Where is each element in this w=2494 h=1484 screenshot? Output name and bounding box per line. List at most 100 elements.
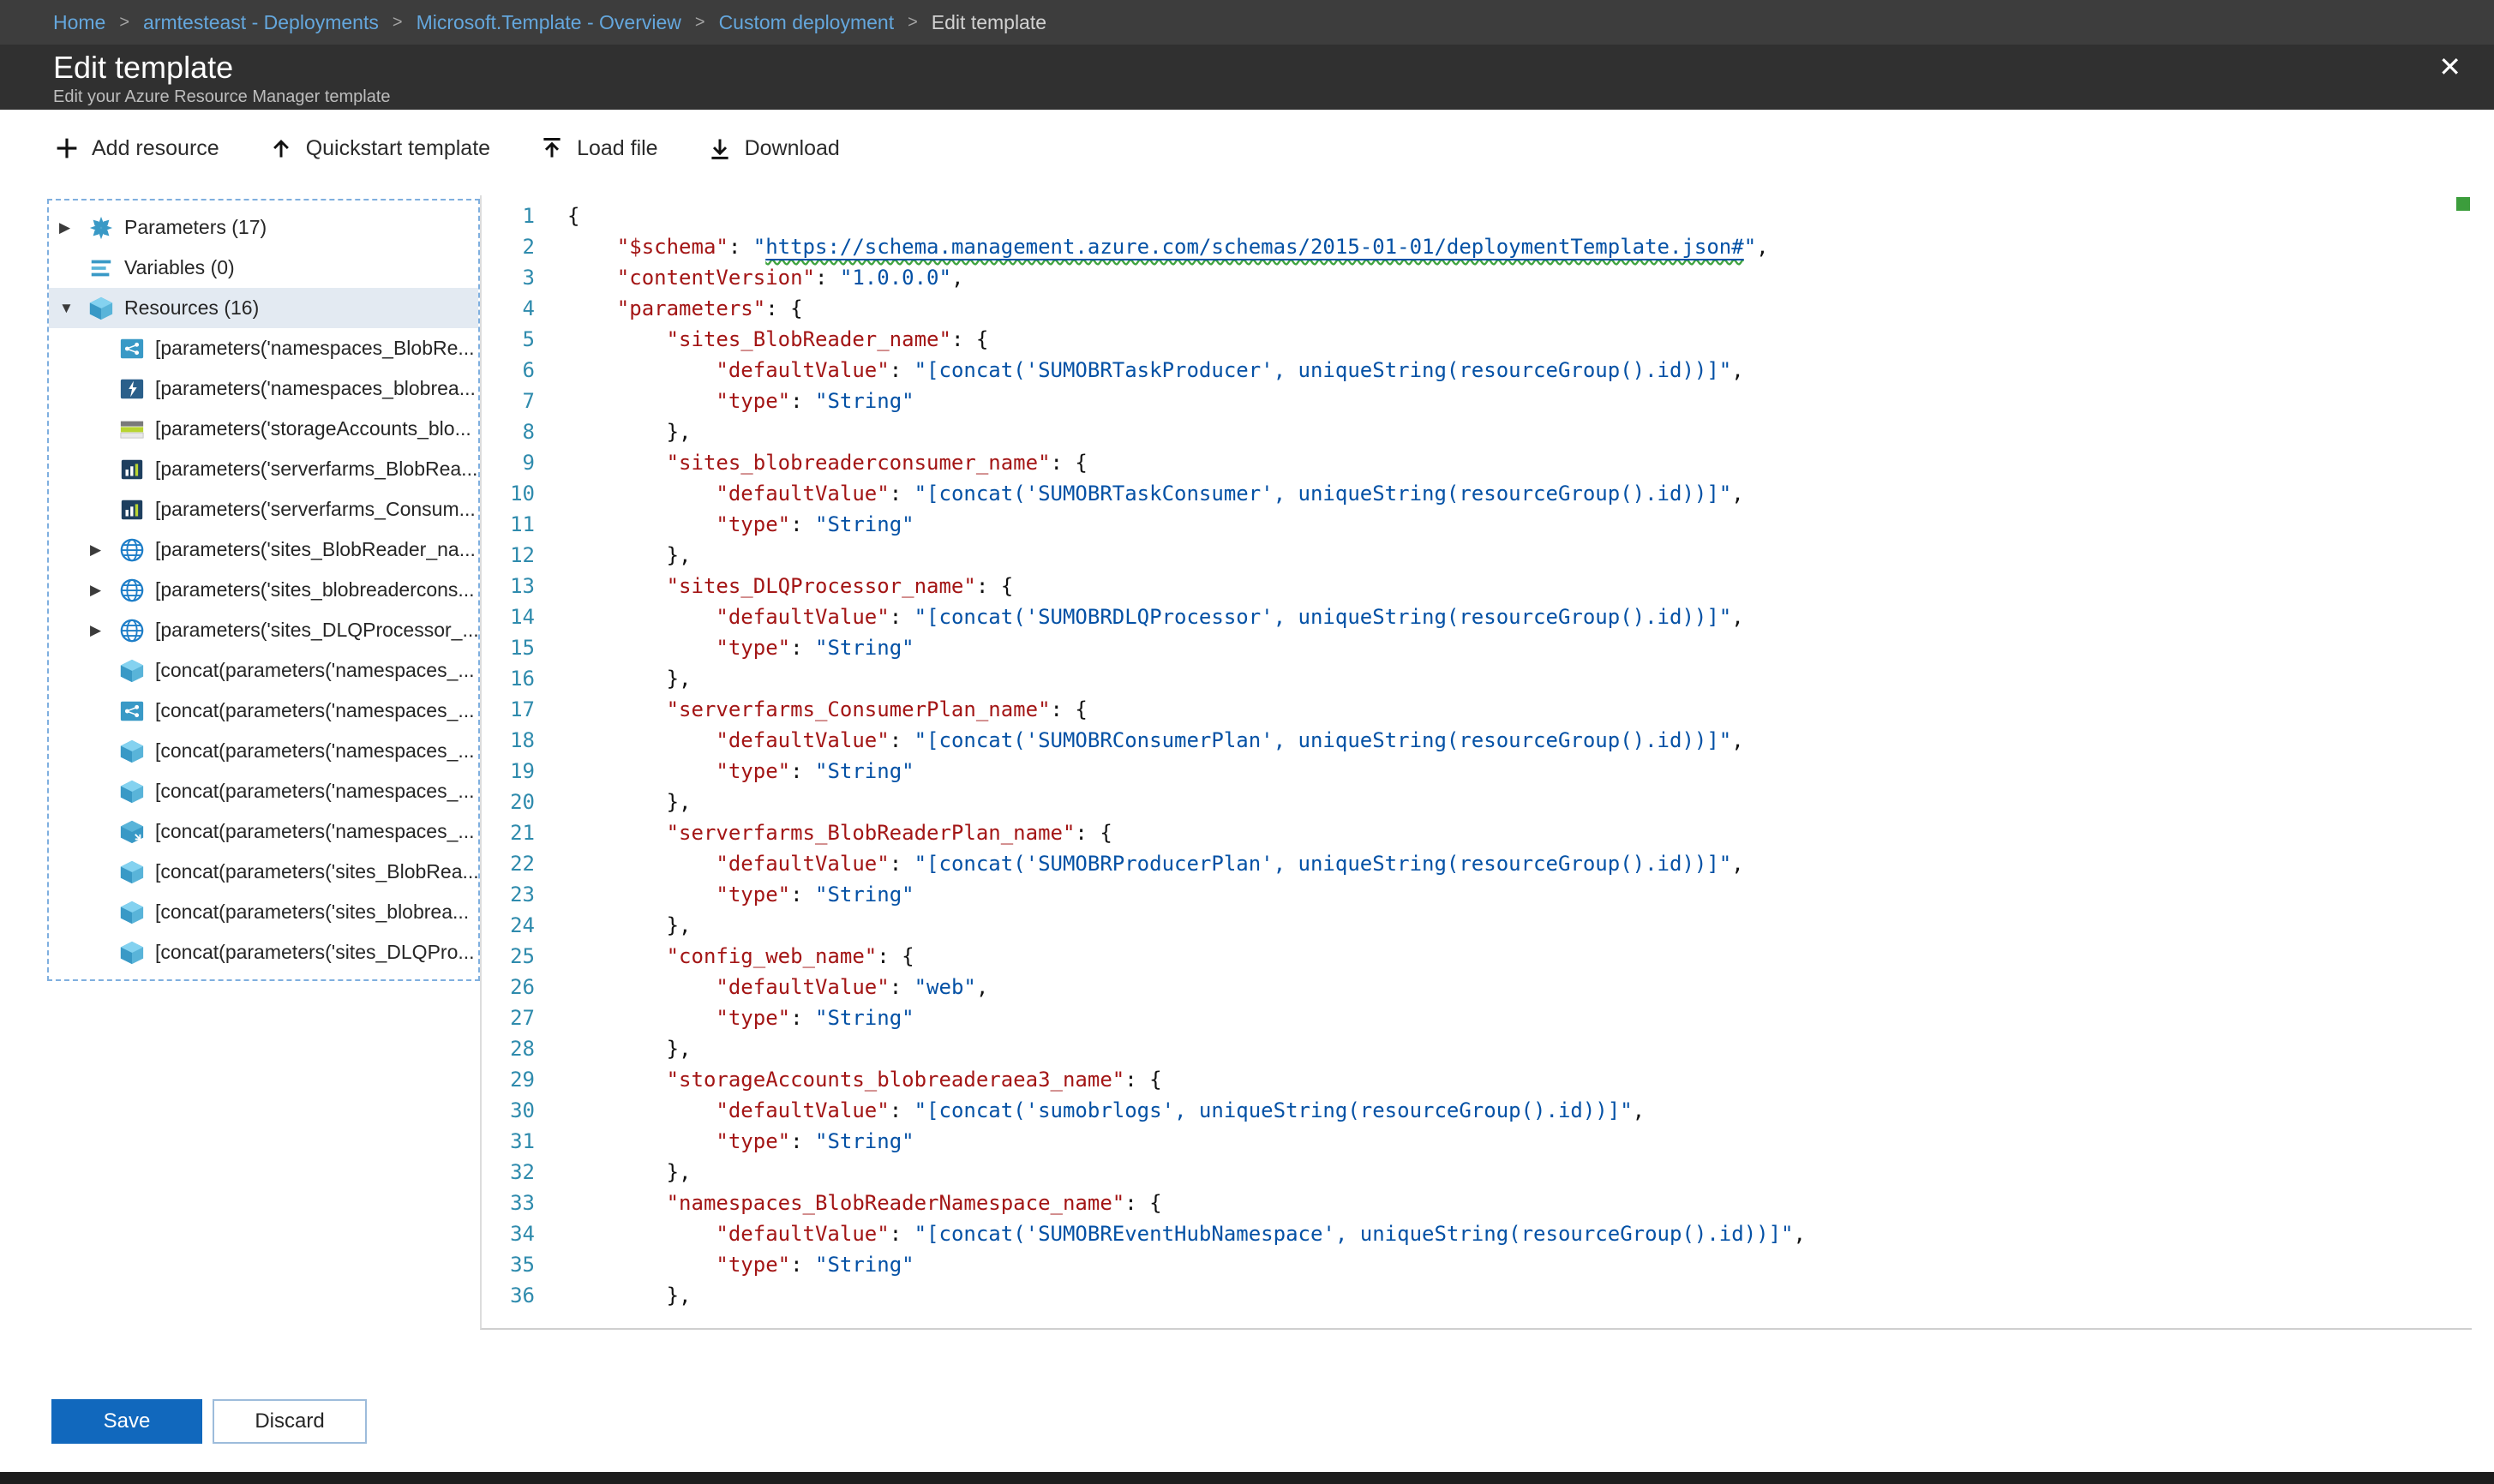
code-line[interactable]: 35 "type": "String" xyxy=(482,1249,2472,1280)
tree-item-label: [parameters('sites_BlobReader_na... xyxy=(155,538,476,561)
code-line[interactable]: 31 "type": "String" xyxy=(482,1126,2472,1157)
tree-item[interactable]: Variables (0) xyxy=(49,248,478,288)
code-line[interactable]: 19 "type": "String" xyxy=(482,756,2472,787)
code-line[interactable]: 14 "defaultValue": "[concat('SUMOBRDLQPr… xyxy=(482,601,2472,632)
tree-item[interactable]: [concat(parameters('namespaces_... xyxy=(49,650,478,691)
code-text: "defaultValue": "[concat('sumobrlogs', u… xyxy=(567,1095,1645,1126)
line-number: 11 xyxy=(482,509,567,540)
tree-item[interactable]: [parameters('namespaces_BlobRe... xyxy=(49,328,478,368)
code-line[interactable]: 9 "sites_blobreaderconsumer_name": { xyxy=(482,447,2472,478)
schema-link[interactable]: https://schema.management.azure.com/sche… xyxy=(765,235,1744,259)
code-line[interactable]: 18 "defaultValue": "[concat('SUMOBRConsu… xyxy=(482,725,2472,756)
code-line[interactable]: 20 }, xyxy=(482,787,2472,817)
tree-item[interactable]: ▶ [parameters('sites_BlobReader_na... xyxy=(49,530,478,570)
code-line[interactable]: 6 "defaultValue": "[concat('SUMOBRTaskPr… xyxy=(482,355,2472,386)
chevron-right-icon[interactable]: ▶ xyxy=(90,622,119,639)
code-line[interactable]: 11 "type": "String" xyxy=(482,509,2472,540)
storage-icon xyxy=(119,416,145,442)
breadcrumb-item[interactable]: armtesteast - Deployments xyxy=(143,11,379,34)
chevron-right-icon[interactable]: ▶ xyxy=(90,542,119,559)
code-line[interactable]: 12 }, xyxy=(482,540,2472,571)
line-number: 36 xyxy=(482,1280,567,1311)
tree-item-label: Variables (0) xyxy=(124,256,235,279)
toolbar: Add resource Quickstart template Load file… xyxy=(0,110,2494,187)
chevron-right-icon[interactable]: ▶ xyxy=(90,582,119,599)
code-line[interactable]: 25 "config_web_name": { xyxy=(482,941,2472,972)
tree-item[interactable]: ▶[parameters('sites_DLQProcessor_... xyxy=(49,610,478,650)
tree-item[interactable]: [parameters('serverfarms_BlobRea... xyxy=(49,449,478,489)
code-line[interactable]: 23 "type": "String" xyxy=(482,879,2472,910)
code-line[interactable]: 32 }, xyxy=(482,1157,2472,1188)
tree-item[interactable]: [parameters('namespaces_blobrea... xyxy=(49,368,478,409)
page-title: Edit template xyxy=(53,50,2494,86)
chevron-right-icon[interactable]: ▶ xyxy=(59,219,88,236)
quickstart-template-button[interactable]: Quickstart template xyxy=(269,136,490,161)
discard-button[interactable]: Discard xyxy=(213,1399,367,1444)
breadcrumb-item[interactable]: Microsoft.Template - Overview xyxy=(417,11,681,34)
tree-item[interactable]: [concat(parameters('namespaces_... xyxy=(49,811,478,852)
code-line[interactable]: 2 "$schema": "https://schema.management.… xyxy=(482,231,2472,262)
code-line[interactable]: 28 }, xyxy=(482,1033,2472,1064)
tree-item[interactable]: [parameters('storageAccounts_blo... xyxy=(49,409,478,449)
code-line[interactable]: 17 "serverfarms_ConsumerPlan_name": { xyxy=(482,694,2472,725)
code-line[interactable]: 4 "parameters": { xyxy=(482,293,2472,324)
tree-item-label: [concat(parameters('namespaces_... xyxy=(155,820,475,843)
parameters-icon xyxy=(88,215,114,241)
code-text: { xyxy=(567,200,579,231)
code-line[interactable]: 24 }, xyxy=(482,910,2472,941)
tree-item[interactable]: ▼Resources (16) xyxy=(49,288,478,328)
download-button[interactable]: Download xyxy=(708,136,840,161)
code-line[interactable]: 13 "sites_DLQProcessor_name": { xyxy=(482,571,2472,601)
code-line[interactable]: 15 "type": "String" xyxy=(482,632,2472,663)
code-line[interactable]: 10 "defaultValue": "[concat('SUMOBRTaskC… xyxy=(482,478,2472,509)
add-resource-button[interactable]: Add resource xyxy=(55,136,219,161)
code-line[interactable]: 30 "defaultValue": "[concat('sumobrlogs'… xyxy=(482,1095,2472,1126)
code-line[interactable]: 16 }, xyxy=(482,663,2472,694)
cube-icon xyxy=(119,900,145,925)
eventhub-icon xyxy=(119,698,145,724)
chevron-down-icon[interactable]: ▼ xyxy=(59,300,88,317)
code-editor[interactable]: 1{2 "$schema": "https://schema.managemen… xyxy=(480,195,2472,1330)
close-button[interactable]: ✕ xyxy=(2438,53,2461,81)
code-line[interactable]: 1{ xyxy=(482,200,2472,231)
website-icon xyxy=(119,537,145,563)
code-line[interactable]: 5 "sites_BlobReader_name": { xyxy=(482,324,2472,355)
tree-item[interactable]: [concat(parameters('namespaces_... xyxy=(49,731,478,771)
line-number: 18 xyxy=(482,725,567,756)
code-line[interactable]: 34 "defaultValue": "[concat('SUMOBREvent… xyxy=(482,1218,2472,1249)
tree-item[interactable]: [concat(parameters('namespaces_... xyxy=(49,771,478,811)
tree-item-label: [concat(parameters('namespaces_... xyxy=(155,699,475,722)
load-file-button[interactable]: Load file xyxy=(540,136,658,161)
code-line[interactable]: 7 "type": "String" xyxy=(482,386,2472,416)
tree-item[interactable]: [concat(parameters('sites_BlobRea... xyxy=(49,852,478,892)
code-line[interactable]: 3 "contentVersion": "1.0.0.0", xyxy=(482,262,2472,293)
code-text: "type": "String" xyxy=(567,386,914,416)
code-line[interactable]: 27 "type": "String" xyxy=(482,1002,2472,1033)
code-text: "config_web_name": { xyxy=(567,941,914,972)
tree-item[interactable]: [concat(parameters('namespaces_... xyxy=(49,691,478,731)
loadfile-icon xyxy=(540,136,564,160)
line-number: 21 xyxy=(482,817,567,848)
tree-item[interactable]: ▶ Parameters (17) xyxy=(49,207,478,248)
tree-item-label: Parameters (17) xyxy=(124,216,267,239)
code-line[interactable]: 36 }, xyxy=(482,1280,2472,1311)
tree-item[interactable]: [concat(parameters('sites_blobrea... xyxy=(49,892,478,932)
tree-item[interactable]: [parameters('serverfarms_Consum... xyxy=(49,489,478,530)
tree-item[interactable]: ▶[parameters('sites_blobreadercons... xyxy=(49,570,478,610)
tree-item-label: [parameters('namespaces_BlobRe... xyxy=(155,337,475,360)
code-text: "sites_blobreaderconsumer_name": { xyxy=(567,447,1088,478)
code-line[interactable]: 8 }, xyxy=(482,416,2472,447)
tree-item[interactable]: [concat(parameters('sites_DLQPro... xyxy=(49,932,478,972)
breadcrumb-item[interactable]: Home xyxy=(53,11,105,34)
code-text: "defaultValue": "[concat('SUMOBRTaskProd… xyxy=(567,355,1744,386)
code-line[interactable]: 22 "defaultValue": "[concat('SUMOBRProdu… xyxy=(482,848,2472,879)
breadcrumb-item[interactable]: Custom deployment xyxy=(719,11,895,34)
code-text: "namespaces_BlobReaderNamespace_name": { xyxy=(567,1188,1162,1218)
code-line[interactable]: 33 "namespaces_BlobReaderNamespace_name"… xyxy=(482,1188,2472,1218)
save-button[interactable]: Save xyxy=(51,1399,202,1444)
code-line[interactable]: 29 "storageAccounts_blobreaderaea3_name"… xyxy=(482,1064,2472,1095)
code-text: }, xyxy=(567,787,692,817)
code-line[interactable]: 26 "defaultValue": "web", xyxy=(482,972,2472,1002)
line-number: 34 xyxy=(482,1218,567,1249)
code-line[interactable]: 21 "serverfarms_BlobReaderPlan_name": { xyxy=(482,817,2472,848)
